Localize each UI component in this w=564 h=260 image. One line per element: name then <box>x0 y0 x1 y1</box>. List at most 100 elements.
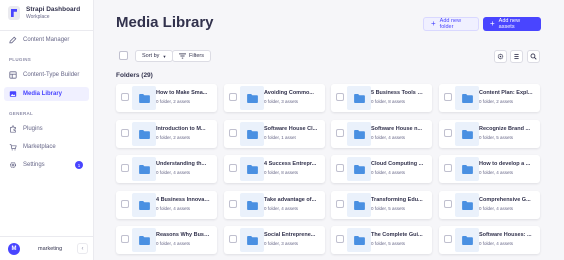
folder-card[interactable]: Recognize Brand ... 0 folder, 5 assets <box>439 120 540 148</box>
folder-checkbox[interactable] <box>229 93 237 101</box>
sidebar-item-media-library[interactable]: Media Library <box>4 87 89 101</box>
add-new-folder-label: Add new folder <box>439 18 462 30</box>
folder-icon <box>138 235 150 245</box>
add-new-assets-label: Add new assets <box>498 18 521 30</box>
folder-thumbnail <box>240 122 264 146</box>
folder-checkbox[interactable] <box>336 200 344 208</box>
avatar[interactable]: M <box>8 243 20 255</box>
sidebar-item-label: Content Manager <box>23 37 70 43</box>
page-title: Media Library <box>116 14 214 31</box>
folder-name[interactable]: Transforming Edu... <box>371 197 425 203</box>
folder-card[interactable]: Cloud Computing ... 0 folder, 4 assets <box>331 155 432 183</box>
folder-checkbox[interactable] <box>444 164 452 172</box>
folder-name[interactable]: 4 Success Entrepr... <box>264 161 318 167</box>
folder-name[interactable]: Software House Cl... <box>264 126 318 132</box>
folder-name[interactable]: Recognize Brand ... <box>479 126 533 132</box>
folder-name[interactable]: Introduction to M... <box>156 126 210 132</box>
folder-card[interactable]: Software Houses: ... 0 folder, 4 assets <box>439 226 540 254</box>
plus-icon: + <box>490 19 495 28</box>
folder-card[interactable]: Introduction to M... 0 folder, 2 assets <box>116 120 217 148</box>
folder-name[interactable]: Content Plan: Expl... <box>479 90 533 96</box>
folder-checkbox[interactable] <box>444 129 452 137</box>
view-toggle-button[interactable] <box>510 50 523 63</box>
folder-checkbox[interactable] <box>121 93 129 101</box>
folder-name[interactable]: Comprehensive G... <box>479 197 533 203</box>
folder-name[interactable]: The Complete Gui... <box>371 232 425 238</box>
select-all-checkbox[interactable] <box>119 51 128 60</box>
sidebar-item-plugins[interactable]: Plugins <box>4 122 89 136</box>
filters-button[interactable]: Filters <box>172 50 211 62</box>
folder-checkbox[interactable] <box>336 235 344 243</box>
folder-card[interactable]: Understanding th... 0 folder, 4 assets <box>116 155 217 183</box>
folder-card[interactable]: How to develop a ... 0 folder, 4 assets <box>439 155 540 183</box>
folder-meta: 0 folder, 4 assets <box>156 241 191 246</box>
folder-checkbox[interactable] <box>336 93 344 101</box>
folder-checkbox[interactable] <box>444 235 452 243</box>
folder-checkbox[interactable] <box>444 200 452 208</box>
folder-checkbox[interactable] <box>444 93 452 101</box>
folder-checkbox[interactable] <box>336 129 344 137</box>
search-button[interactable] <box>527 50 540 63</box>
folder-name[interactable]: Reasons Why Busi... <box>156 232 210 238</box>
folder-card[interactable]: 5 Business Tools R... 0 folder, 8 assets <box>331 84 432 112</box>
sidebar-item-content-manager[interactable]: Content Manager <box>4 33 89 47</box>
folder-card[interactable]: Software House Cl... 0 folder, 1 asset <box>224 120 325 148</box>
folder-card[interactable]: Software House n... 0 folder, 4 assets <box>331 120 432 148</box>
folder-name[interactable]: Cloud Computing ... <box>371 161 425 167</box>
folder-thumbnail <box>240 193 264 217</box>
filters-label: Filters <box>189 53 204 59</box>
folder-checkbox[interactable] <box>229 129 237 137</box>
folder-thumbnail <box>132 193 156 217</box>
folder-name[interactable]: Social Entreprene... <box>264 232 318 238</box>
folder-name[interactable]: Understanding th... <box>156 161 210 167</box>
folder-checkbox[interactable] <box>336 164 344 172</box>
folder-name[interactable]: Avoiding Commo... <box>264 90 318 96</box>
folder-name[interactable]: Software House n... <box>371 126 425 132</box>
brand-title: Strapi Dashboard <box>26 6 81 13</box>
folder-name[interactable]: How to develop a ... <box>479 161 533 167</box>
folder-icon <box>461 164 473 174</box>
folder-meta: 0 folder, 5 assets <box>371 241 406 246</box>
folder-name[interactable]: 5 Business Tools R... <box>371 90 425 96</box>
folder-card[interactable]: Take advantage of... 0 folder, 4 assets <box>224 191 325 219</box>
folder-meta: 0 folder, 2 assets <box>156 99 191 104</box>
folder-meta: 0 folder, 4 assets <box>479 206 514 211</box>
folder-card[interactable]: 4 Business Innovat... 0 folder, 4 assets <box>116 191 217 219</box>
folder-checkbox[interactable] <box>121 129 129 137</box>
folder-card[interactable]: Content Plan: Expl... 0 folder, 2 assets <box>439 84 540 112</box>
add-new-folder-button[interactable]: + Add new folder <box>423 17 479 31</box>
collapse-sidebar-button[interactable]: ‹ <box>77 243 88 254</box>
folder-icon <box>138 200 150 210</box>
folder-thumbnail <box>347 86 371 110</box>
sidebar-item-label: Settings <box>23 162 45 168</box>
folder-card[interactable]: Avoiding Commo... 0 folder, 3 assets <box>224 84 325 112</box>
folder-checkbox[interactable] <box>229 164 237 172</box>
folder-checkbox[interactable] <box>229 200 237 208</box>
add-new-assets-button[interactable]: + Add new assets <box>483 17 541 31</box>
folder-card[interactable]: How to Make Sma... 0 folder, 2 assets <box>116 84 217 112</box>
sidebar-item-marketplace[interactable]: Marketplace <box>4 140 89 154</box>
strapi-logo-icon <box>8 6 20 20</box>
folder-checkbox[interactable] <box>121 235 129 243</box>
sort-by-label: Sort by <box>142 53 160 59</box>
folder-checkbox[interactable] <box>121 200 129 208</box>
folder-card[interactable]: 4 Success Entrepr... 0 folder, 8 assets <box>224 155 325 183</box>
settings-button[interactable] <box>494 50 507 63</box>
folder-name[interactable]: Software Houses: ... <box>479 232 533 238</box>
sidebar-item-settings[interactable]: Settings 1 <box>4 158 89 172</box>
folder-card[interactable]: Reasons Why Busi... 0 folder, 4 assets <box>116 226 217 254</box>
folder-thumbnail <box>347 122 371 146</box>
username: marketing <box>38 246 63 252</box>
folder-card[interactable]: Comprehensive G... 0 folder, 4 assets <box>439 191 540 219</box>
layout-icon <box>9 71 17 79</box>
folder-checkbox[interactable] <box>121 164 129 172</box>
folder-card[interactable]: Social Entreprene... 0 folder, 3 assets <box>224 226 325 254</box>
folder-card[interactable]: Transforming Edu... 0 folder, 5 assets <box>331 191 432 219</box>
folder-name[interactable]: 4 Business Innovat... <box>156 197 210 203</box>
sidebar-item-content-type-builder[interactable]: Content-Type Builder <box>4 68 89 82</box>
folder-card[interactable]: The Complete Gui... 0 folder, 5 assets <box>331 226 432 254</box>
folder-name[interactable]: Take advantage of... <box>264 197 318 203</box>
folder-name[interactable]: How to Make Sma... <box>156 90 210 96</box>
sort-by-button[interactable]: Sort by ▼ <box>135 50 174 62</box>
folder-checkbox[interactable] <box>229 235 237 243</box>
